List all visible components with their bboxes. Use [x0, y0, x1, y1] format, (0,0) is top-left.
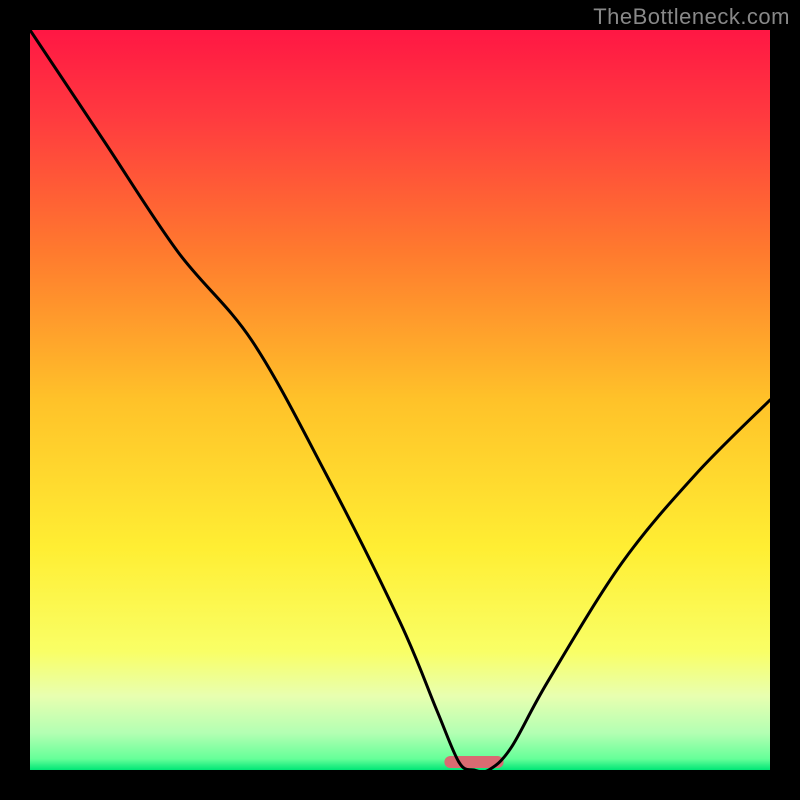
gradient-background	[30, 30, 770, 770]
chart-frame: TheBottleneck.com	[0, 0, 800, 800]
bottleneck-chart	[30, 30, 770, 770]
watermark-text: TheBottleneck.com	[593, 4, 790, 30]
